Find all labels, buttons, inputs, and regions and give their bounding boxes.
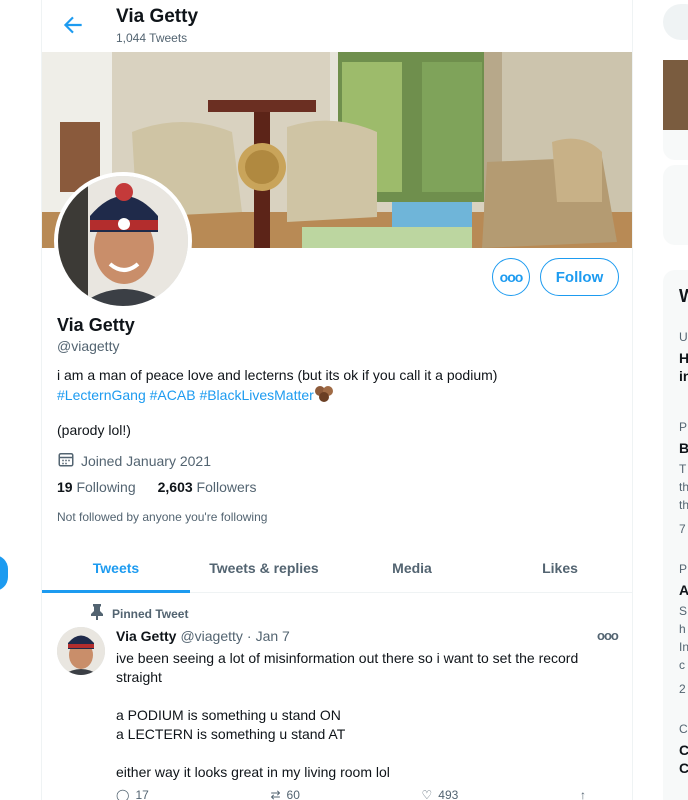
not-followed-notice: Not followed by anyone you're following xyxy=(57,510,268,524)
follow-button[interactable]: Follow xyxy=(540,258,619,296)
pin-icon xyxy=(90,604,104,623)
tab-tweets-replies[interactable]: Tweets & replies xyxy=(190,543,338,592)
profile-tabs: Tweets Tweets & replies Media Likes xyxy=(42,543,632,593)
follow-counts: 19 Following 2,603 Followers xyxy=(57,479,256,495)
like-button[interactable]: ♡ 493 xyxy=(422,788,459,800)
trend-title[interactable]: C xyxy=(679,742,688,758)
like-count: 493 xyxy=(438,788,459,800)
following-label: Following xyxy=(76,479,136,495)
tweet-author-handle[interactable]: @viagetty xyxy=(180,628,242,644)
tab-likes[interactable]: Likes xyxy=(486,543,632,592)
tweet-avatar[interactable] xyxy=(57,627,105,675)
joined-label: Joined January 2021 xyxy=(81,452,211,469)
followers-label: Followers xyxy=(196,479,257,495)
back-arrow-icon[interactable] xyxy=(60,12,86,38)
tweet-more-button[interactable]: ooo xyxy=(597,628,619,643)
tab-media[interactable]: Media xyxy=(338,543,486,592)
reply-count: 17 xyxy=(135,788,149,800)
info-card-partial xyxy=(663,165,688,245)
hashtag-link[interactable]: #ACAB xyxy=(150,387,196,403)
raised-fist-emoji-icon xyxy=(314,385,334,408)
profile-bio: i am a man of peace love and lecterns (b… xyxy=(57,366,617,408)
joined-date: Joined January 2021 xyxy=(57,450,211,471)
trends-heading-partial: W xyxy=(679,286,688,306)
trend-title[interactable]: C xyxy=(679,760,688,776)
more-options-button[interactable]: ooo xyxy=(492,258,530,296)
followers-count: 2,603 xyxy=(157,479,193,495)
right-sidebar-partial: W U H in P B T th th 7 P A S h In c 2 C … xyxy=(663,0,688,800)
reply-icon: ◯ xyxy=(116,788,130,800)
trend-meta: U xyxy=(679,330,688,344)
trend-text: th xyxy=(679,498,688,512)
hashtag-link[interactable]: #BlackLivesMatter xyxy=(199,387,313,403)
bio-hashtags: #LecternGang #ACAB #BlackLivesMatter xyxy=(57,385,617,408)
following-link[interactable]: 19 Following xyxy=(57,479,136,495)
trend-text: c xyxy=(679,658,685,672)
tab-tweets[interactable]: Tweets xyxy=(42,543,190,593)
trend-title[interactable]: B xyxy=(679,440,688,456)
trend-text: In xyxy=(679,640,688,654)
retweet-icon: ⇄ xyxy=(270,788,281,800)
share-icon: ↑ xyxy=(579,788,586,800)
trend-title[interactable]: in xyxy=(679,368,688,384)
followers-link[interactable]: 2,603 Followers xyxy=(158,479,257,495)
retweet-button[interactable]: ⇄ 60 xyxy=(270,788,299,800)
trend-text: h xyxy=(679,622,686,636)
retweet-count: 60 xyxy=(286,788,300,800)
profile-name: Via Getty xyxy=(57,315,135,335)
bio-extra-text: (parody lol!) xyxy=(57,422,131,438)
tweet-separator: · xyxy=(246,628,252,644)
tweet-date[interactable]: Jan 7 xyxy=(256,628,290,644)
trend-count: 2 xyxy=(679,682,686,696)
search-bar-partial[interactable] xyxy=(663,4,688,40)
partial-compose-button[interactable] xyxy=(0,555,8,591)
profile-handle: @viagetty xyxy=(57,338,120,354)
trend-text: th xyxy=(679,480,688,494)
trend-count: 7 xyxy=(679,522,686,536)
trend-meta: P xyxy=(679,562,688,576)
header-tweet-count: 1,044 Tweets xyxy=(116,31,188,45)
trend-title[interactable]: A xyxy=(679,582,688,598)
header-title: Via Getty xyxy=(116,6,199,27)
tweet-paragraph: either way it looks great in my living r… xyxy=(116,764,390,780)
tweet-paragraph: a PODIUM is something u stand ON a LECTE… xyxy=(116,707,346,742)
trends-card-partial: W U H in P B T th th 7 P A S h In c 2 C … xyxy=(663,270,688,800)
trend-meta: P xyxy=(679,420,688,434)
pinned-tweet[interactable]: Pinned Tweet Via Getty @viagetty · Jan 7… xyxy=(42,594,632,800)
heart-icon: ♡ xyxy=(421,788,433,800)
calendar-icon xyxy=(57,450,75,471)
trend-meta: C xyxy=(679,722,688,736)
trend-text: S xyxy=(679,604,688,618)
hashtag-link[interactable]: #LecternGang xyxy=(57,387,146,403)
trend-text: T xyxy=(679,462,687,476)
pinned-label-row: Pinned Tweet xyxy=(90,604,188,623)
tweet-header: Via Getty @viagetty · Jan 7 xyxy=(116,628,290,644)
trend-title[interactable]: H xyxy=(679,350,688,366)
tweet-text: ive been seeing a lot of misinformation … xyxy=(116,649,616,800)
profile-header-bar: Via Getty 1,044 Tweets xyxy=(42,0,632,52)
reply-button[interactable]: ◯ 17 xyxy=(116,788,149,800)
following-count: 19 xyxy=(57,479,73,495)
share-button[interactable]: ↑ xyxy=(580,788,586,800)
tweet-actions: ◯ 17 ⇄ 60 ♡ 493 ↑ xyxy=(116,788,586,800)
pinned-label: Pinned Tweet xyxy=(112,606,189,621)
profile-column: Via Getty 1,044 Tweets ooo Follow Via Ge… xyxy=(41,0,633,800)
profile-avatar[interactable] xyxy=(54,172,192,310)
tweet-paragraph: ive been seeing a lot of misinformation … xyxy=(116,650,579,685)
bio-text: i am a man of peace love and lecterns (b… xyxy=(57,367,498,383)
media-card-partial[interactable] xyxy=(663,60,688,160)
tweet-author-name[interactable]: Via Getty xyxy=(116,628,176,644)
